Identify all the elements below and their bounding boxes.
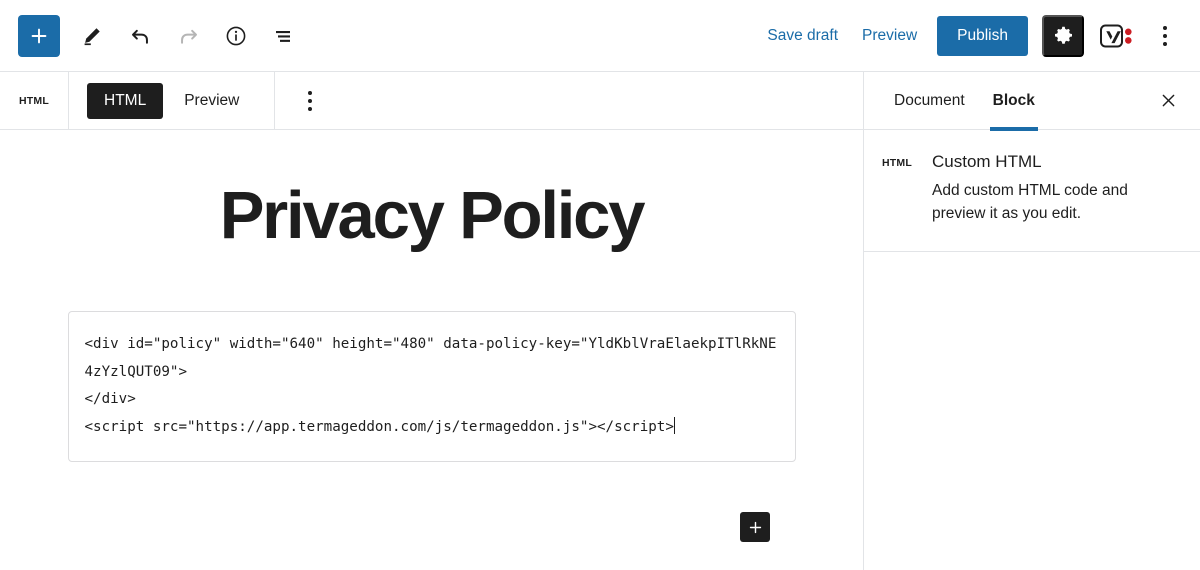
append-block-button[interactable]: [740, 512, 770, 542]
settings-sidebar: Document Block HTML Custom HTML Add cust…: [864, 72, 1200, 570]
post-canvas: Privacy Policy <div id="policy" width="6…: [0, 130, 863, 570]
list-view-icon: [276, 30, 290, 42]
add-block-inserter-button[interactable]: [18, 14, 60, 57]
undo-button[interactable]: [118, 14, 162, 58]
plus-icon: [31, 28, 47, 43]
editor-body: HTML HTML Preview Privacy Policy <div id…: [0, 72, 1200, 570]
top-bar-left-tools: [18, 14, 306, 58]
yoast-seo-icon: [1100, 24, 1132, 47]
redo-arrow-icon: [180, 29, 197, 44]
code-line-2-suffix: ">: [169, 363, 188, 380]
html-code-editor[interactable]: <div id="policy" width="640" height="480…: [67, 311, 796, 462]
block-toolbar: HTML HTML Preview: [0, 72, 863, 130]
custom-html-block: <div id="policy" width="640" height="480…: [67, 311, 796, 462]
kebab-menu-icon: [308, 90, 313, 111]
kebab-menu-icon: [1163, 25, 1167, 46]
text-cursor: [673, 416, 675, 434]
top-bar-right-actions: Save draft Preview Publish: [755, 14, 1184, 57]
code-line-4: <script src="https://app.termageddon.com…: [84, 418, 674, 435]
undo-arrow-icon: [131, 29, 148, 44]
publish-button[interactable]: Publish: [937, 15, 1028, 56]
close-sidebar-button[interactable]: [1150, 83, 1186, 119]
tab-preview[interactable]: Preview: [167, 83, 256, 119]
edit-tool-button[interactable]: [70, 14, 114, 58]
yoast-seo-button[interactable]: [1094, 15, 1140, 57]
tab-document[interactable]: Document: [880, 72, 979, 130]
sidebar-tab-bar: Document Block: [864, 72, 1200, 131]
block-info-card: HTML Custom HTML Add custom HTML code an…: [864, 130, 1200, 252]
block-type-group: HTML: [0, 72, 69, 129]
preview-button[interactable]: Preview: [850, 19, 929, 53]
code-line-3: </div>: [84, 391, 136, 407]
tab-html[interactable]: HTML: [87, 82, 164, 119]
tab-block[interactable]: Block: [979, 72, 1049, 131]
redo-button[interactable]: [166, 14, 210, 58]
plus-icon: [749, 521, 761, 533]
close-x-icon: [1162, 94, 1174, 107]
gear-icon: [1054, 26, 1072, 44]
html-block-icon[interactable]: HTML: [10, 73, 58, 129]
block-more-options-button[interactable]: [291, 80, 329, 122]
editor-main-column: HTML HTML Preview Privacy Policy <div id…: [0, 72, 864, 570]
wordpress-block-editor: Save draft Preview Publish HTML HTML Pre…: [0, 0, 1200, 570]
block-info-text: Custom HTML Add custom HTML code and pre…: [932, 152, 1178, 225]
block-description: Add custom HTML code and preview it as y…: [932, 182, 1128, 222]
block-title: Custom HTML: [932, 152, 1042, 171]
block-more-options-group: [275, 72, 339, 129]
pencil-icon: [84, 27, 100, 45]
more-tools-options-button[interactable]: [1146, 15, 1184, 57]
document-details-button[interactable]: [214, 14, 258, 58]
code-line-2-prefix: key=": [545, 336, 589, 352]
save-draft-button[interactable]: Save draft: [755, 19, 850, 53]
settings-button[interactable]: [1042, 14, 1084, 57]
html-block-icon: HTML: [882, 157, 912, 169]
editor-top-bar: Save draft Preview Publish: [0, 0, 1200, 72]
post-title[interactable]: Privacy Policy: [0, 182, 863, 249]
list-view-button[interactable]: [262, 14, 306, 58]
info-circle-icon: [226, 26, 246, 45]
code-line-1: <div id="policy" width="640" height="480…: [84, 336, 546, 352]
block-view-tabs: HTML Preview: [69, 72, 276, 129]
